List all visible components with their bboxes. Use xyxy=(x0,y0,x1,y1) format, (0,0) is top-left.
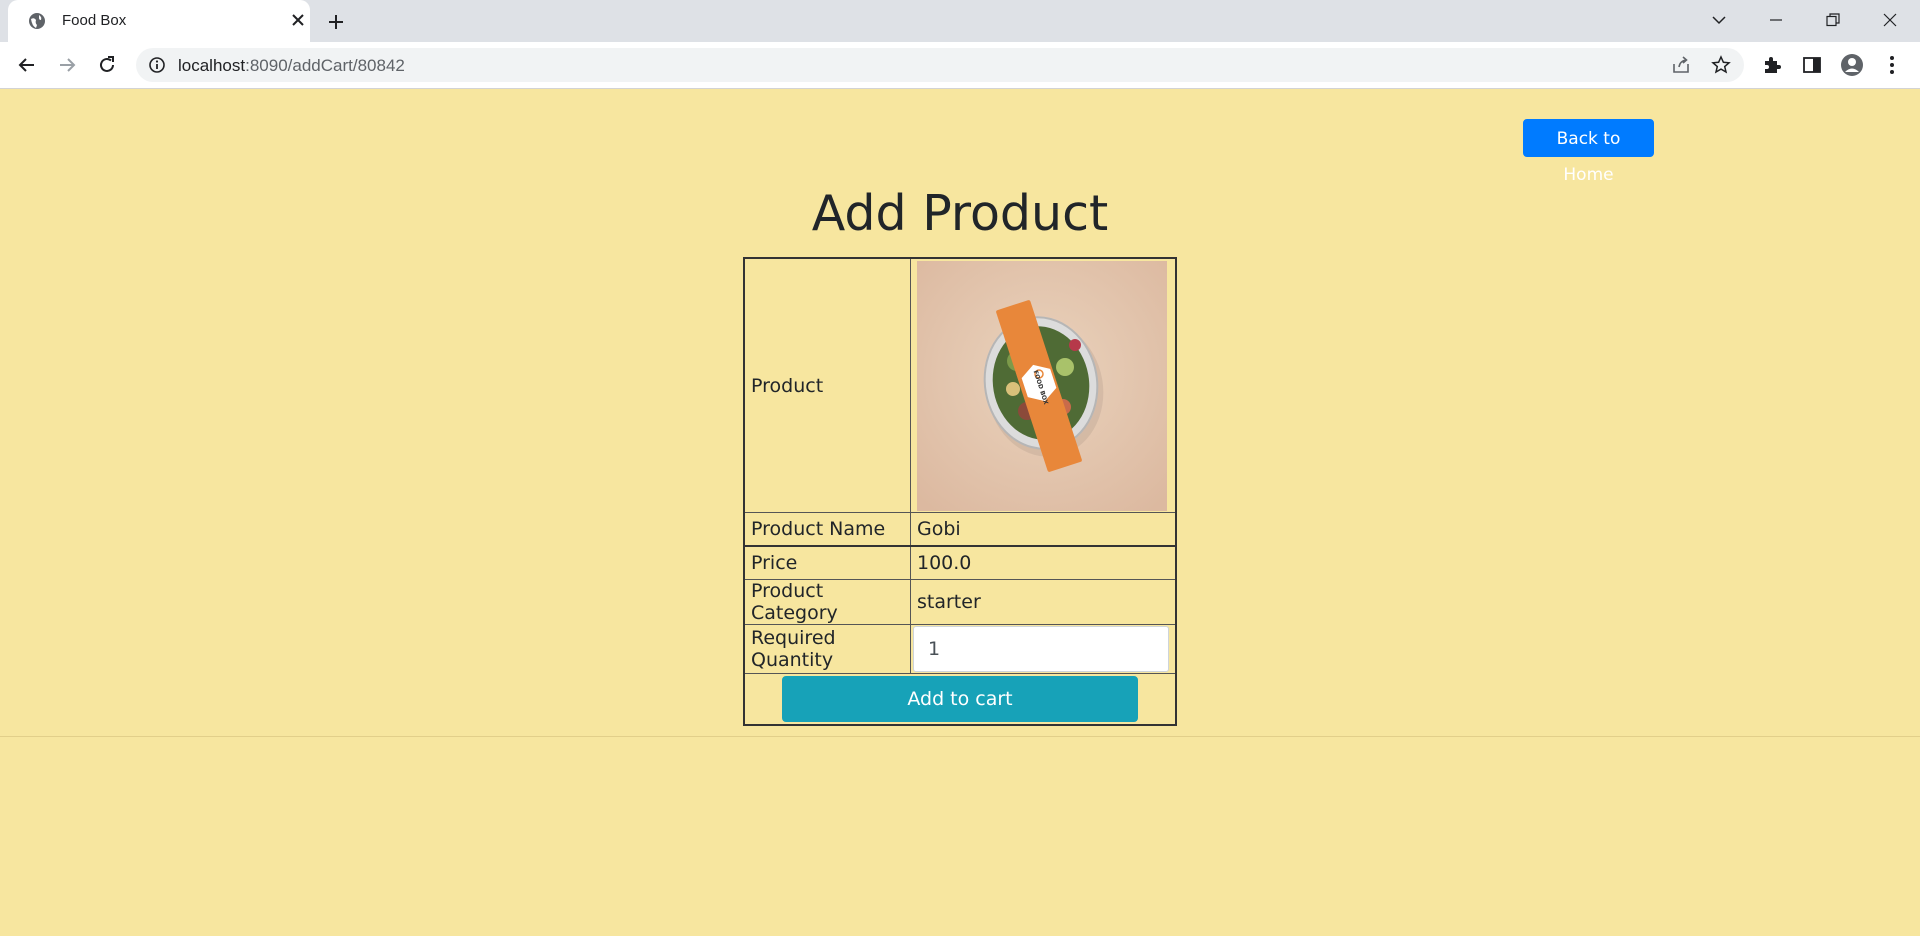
page-content: Back to Home Add Product Product FOOD BO… xyxy=(0,89,1920,936)
browser-toolbar: localhost:8090/addCart/80842 xyxy=(0,42,1920,89)
plus-icon[interactable] xyxy=(324,10,348,34)
quantity-cell xyxy=(910,624,1177,674)
divider xyxy=(0,736,1920,737)
table-row: Price 100.0 xyxy=(743,545,1177,580)
tab-title: Food Box xyxy=(62,12,127,29)
globe-icon xyxy=(29,13,45,29)
profile-icon[interactable] xyxy=(1840,53,1864,77)
price-label: Price xyxy=(743,545,911,580)
product-image-cell: FOOD BOX xyxy=(910,257,1177,513)
side-panel-icon[interactable] xyxy=(1800,53,1824,77)
back-to-home-button[interactable]: Back to Home xyxy=(1523,119,1654,185)
product-name-label: Product Name xyxy=(743,512,911,547)
table-row: Required Quantity xyxy=(743,624,1177,674)
price-value: 100.0 xyxy=(910,545,1177,580)
info-icon[interactable] xyxy=(148,56,166,74)
address-bar[interactable]: localhost:8090/addCart/80842 xyxy=(136,48,1744,82)
restore-icon[interactable] xyxy=(1810,6,1856,34)
back-arrow-icon[interactable] xyxy=(13,51,41,79)
category-label: Product Category xyxy=(743,579,911,625)
table-row: Product FOOD BOX xyxy=(743,257,1177,513)
url-text: localhost:8090/addCart/80842 xyxy=(178,56,405,75)
add-to-cart-cell: Add to cart xyxy=(743,673,1177,726)
chevron-down-icon[interactable] xyxy=(1696,6,1742,34)
share-icon[interactable] xyxy=(1671,55,1691,75)
window-close-icon[interactable] xyxy=(1867,6,1913,34)
table-row: Product Name Gobi xyxy=(743,512,1177,547)
browser-tab[interactable]: Food Box xyxy=(8,0,310,42)
product-name-value: Gobi xyxy=(910,512,1177,547)
minimize-icon[interactable] xyxy=(1753,6,1799,34)
product-label: Product xyxy=(743,257,911,513)
add-to-cart-button[interactable]: Add to cart xyxy=(782,676,1138,722)
page-title: Add Product xyxy=(811,185,1109,242)
more-vert-icon[interactable] xyxy=(1880,53,1904,77)
puzzle-icon[interactable] xyxy=(1760,53,1784,77)
category-value: starter xyxy=(910,579,1177,625)
quantity-label: Required Quantity xyxy=(743,624,911,674)
reload-icon[interactable] xyxy=(93,51,121,79)
close-icon[interactable] xyxy=(288,10,308,30)
table-row: Add to cart xyxy=(743,673,1177,726)
star-icon[interactable] xyxy=(1711,55,1731,75)
product-table: Product FOOD BOX Product Name Gobi Price… xyxy=(743,257,1177,726)
forward-arrow-icon[interactable] xyxy=(53,51,81,79)
table-row: Product Category starter xyxy=(743,579,1177,625)
product-image: FOOD BOX xyxy=(917,260,1167,511)
tab-strip: Food Box xyxy=(0,0,1920,42)
quantity-input[interactable] xyxy=(913,626,1169,672)
